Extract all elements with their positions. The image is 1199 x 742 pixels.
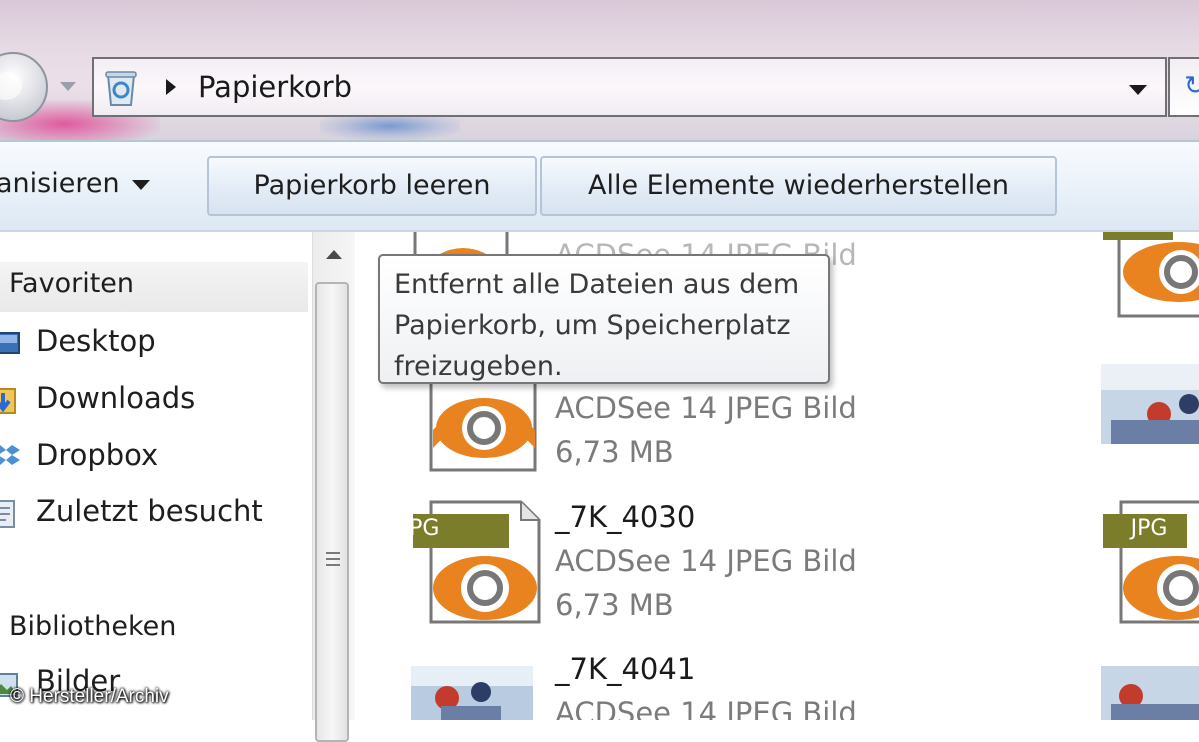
recent-pages-dropdown-icon[interactable] (60, 82, 76, 91)
file-badge: JPG (1130, 516, 1168, 541)
grip-line (326, 552, 340, 554)
command-bar: anisieren Papierkorb leeren Alle Element… (0, 140, 1199, 232)
scroll-up-arrow-icon[interactable] (326, 250, 342, 259)
refresh-button[interactable]: ↻ (1168, 57, 1199, 117)
file-name: _7K_4030 (555, 500, 696, 534)
empty-recycle-bin-button[interactable]: Papierkorb leeren (207, 156, 537, 216)
file-type: ACDSee 14 JPEG Bild (555, 391, 857, 425)
tooltip-text: Entfernt alle Dateien aus dem Papierkorb… (394, 269, 800, 382)
list-item[interactable]: JPG _7K_4030 ACDSee 14 JPEG Bild 6,73 MB (355, 500, 857, 630)
nav-pane-scrollbar[interactable] (312, 232, 355, 742)
window-titlebar: Papierkorb ↻ (0, 0, 1199, 140)
nav-item-label: Downloads (36, 381, 196, 415)
file-name: _7K_4041 (555, 652, 696, 686)
photo-thumbnail-icon (411, 666, 533, 720)
recycle-bin-icon (105, 71, 137, 106)
list-item[interactable]: JPG (1103, 500, 1199, 626)
recent-places-icon (0, 500, 15, 528)
organize-button[interactable]: anisieren (0, 168, 150, 199)
nav-item-label: Desktop (36, 324, 156, 358)
scrollbar-thumb[interactable] (315, 282, 349, 742)
chevron-down-icon (131, 179, 150, 190)
list-item[interactable]: _7K_4041 ACDSee 14 JPEG Bild (355, 652, 857, 720)
tooltip: Entfernt alle Dateien aus dem Papierkorb… (378, 254, 830, 384)
list-item[interactable]: ACDSee 14 JPEG Bild 6,73 MB (355, 382, 857, 482)
nav-header-favorites[interactable]: Favoriten (9, 268, 134, 299)
restore-all-items-button[interactable]: Alle Elemente wiederherstellen (540, 156, 1057, 216)
organize-label: anisieren (0, 168, 120, 199)
nav-item-label: Zuletzt besucht (36, 494, 263, 528)
navigation-pane: Favoriten Desktop Downloads Dropbox Zule… (0, 232, 312, 720)
breadcrumb-current[interactable]: Papierkorb (198, 69, 352, 105)
desktop-icon (0, 332, 20, 354)
file-type: ACDSee 14 JPEG Bild (555, 544, 857, 578)
grip-line (326, 558, 340, 560)
jpg-file-icon (429, 382, 537, 472)
photo-thumbnail-icon (1101, 666, 1199, 720)
breadcrumb-separator-icon[interactable] (166, 79, 176, 95)
grip-line (326, 564, 340, 566)
file-size: 6,73 MB (555, 588, 674, 622)
file-type: ACDSee 14 JPEG Bild (555, 696, 857, 720)
address-history-dropdown-icon[interactable] (1129, 85, 1147, 95)
downloads-icon (0, 388, 16, 414)
jpg-file-icon (1103, 232, 1199, 318)
file-size: 6,73 MB (555, 435, 674, 469)
refresh-icon: ↻ (1184, 71, 1199, 101)
address-bar[interactable]: Papierkorb (92, 57, 1167, 117)
dropbox-icon (0, 445, 20, 465)
nav-item-label: Dropbox (36, 438, 159, 472)
photo-thumbnail-icon (1101, 364, 1199, 444)
file-badge: JPG (402, 516, 440, 541)
copyright-watermark: © Hersteller/Archiv (10, 686, 169, 707)
nav-header-libraries[interactable]: Bibliotheken (9, 611, 176, 642)
